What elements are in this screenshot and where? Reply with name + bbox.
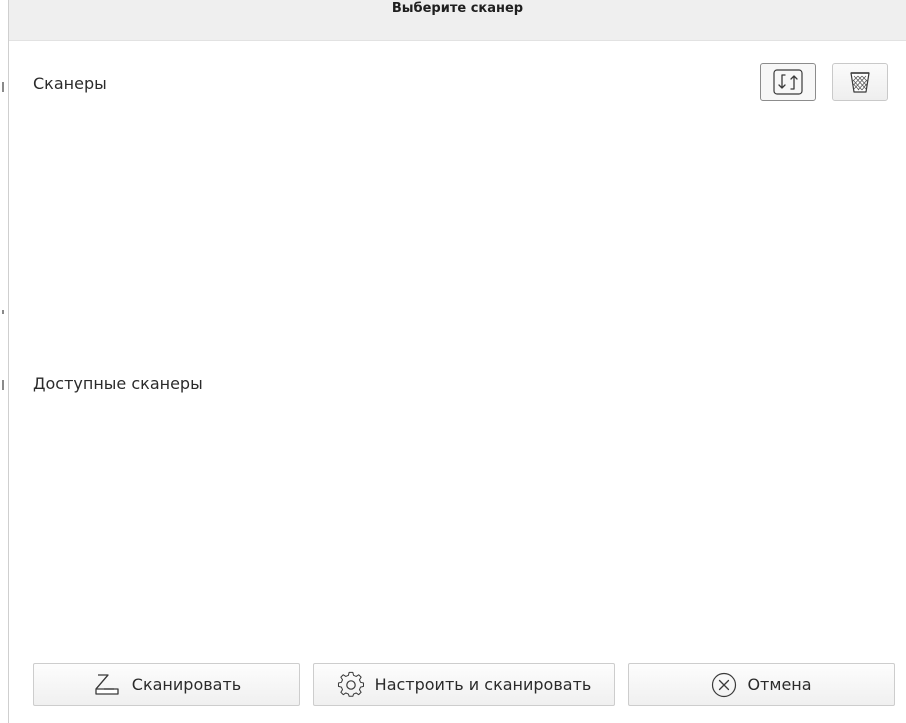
refresh-button[interactable] — [760, 63, 816, 101]
edge-tick — [2, 82, 4, 92]
dialog-title-bar[interactable]: Выберите сканер — [9, 0, 906, 41]
edge-tick — [2, 380, 4, 390]
scanner-icon — [92, 673, 122, 697]
scan-button[interactable]: Сканировать — [33, 663, 300, 706]
scanners-list[interactable] — [26, 110, 896, 365]
scan-button-label: Сканировать — [131, 675, 242, 694]
available-scanners-label: Доступные сканеры — [33, 374, 203, 393]
delete-button[interactable] — [832, 63, 888, 101]
cancel-button-label: Отмена — [747, 675, 812, 694]
configure-and-scan-button[interactable]: Настроить и сканировать — [313, 663, 615, 706]
window-left-edge — [0, 0, 9, 723]
configure-and-scan-label: Настроить и сканировать — [374, 675, 592, 694]
trash-bin-icon — [849, 70, 871, 94]
available-scanners-list[interactable] — [26, 408, 896, 653]
edge-tick — [2, 310, 4, 314]
dialog-title: Выберите сканер — [391, 0, 524, 16]
cancel-button[interactable]: Отмена — [628, 663, 895, 706]
scanners-section-label: Сканеры — [33, 74, 107, 93]
refresh-arrows-icon — [773, 69, 803, 95]
circle-x-icon — [711, 672, 737, 698]
gear-icon — [337, 671, 365, 699]
select-scanner-dialog: Выберите сканер Сканеры Доступные сканер… — [0, 0, 906, 723]
